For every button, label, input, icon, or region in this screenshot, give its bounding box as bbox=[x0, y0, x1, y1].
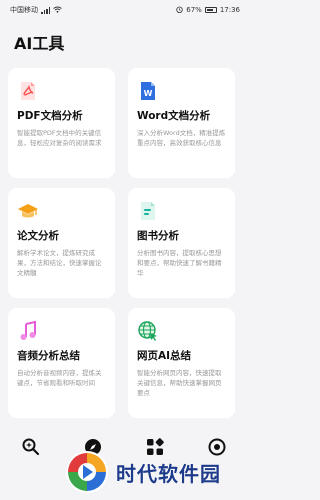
alarm-icon bbox=[176, 6, 183, 15]
graduation-cap-icon bbox=[17, 200, 39, 222]
tool-card-web[interactable]: 网页AI总结 智能分析网页内容，快速提取关键信息，帮助快速掌握网页要点 bbox=[128, 308, 235, 418]
signal-icon bbox=[41, 6, 50, 14]
tool-card-word[interactable]: W Word文档分析 深入分析Word文档，精准提炼重点内容，高效获取核心信息 bbox=[128, 68, 235, 178]
book-icon bbox=[137, 200, 159, 222]
tool-card-audio[interactable]: 音频分析总结 自动分析音视频内容，提炼关键点，节省观看和听取时间 bbox=[8, 308, 115, 418]
ai-search-icon bbox=[21, 437, 41, 461]
music-note-icon bbox=[17, 320, 39, 342]
carrier-label: 中国移动 bbox=[10, 6, 38, 14]
tool-card-book[interactable]: 图书分析 分析图书内容，提取核心思想和要点，帮助快速了解书籍精华 bbox=[128, 188, 235, 298]
card-description: 解析学术论文，提炼研究成果，方法和结论，快速掌握论文精髓 bbox=[17, 249, 102, 277]
svg-text:W: W bbox=[144, 89, 153, 98]
card-description: 分析图书内容，提取核心思想和要点，帮助快速了解书籍精华 bbox=[137, 249, 222, 277]
tool-card-thesis[interactable]: 论文分析 解析学术论文，提炼研究成果，方法和结论，快速掌握论文精髓 bbox=[8, 188, 115, 298]
card-description: 智能分析网页内容，快速提取关键信息，帮助快速掌握网页要点 bbox=[137, 369, 222, 397]
globe-icon bbox=[137, 320, 159, 342]
watermark-text: 时代软件园 bbox=[116, 461, 221, 486]
status-time: 17:36 bbox=[219, 6, 240, 14]
battery-icon bbox=[204, 7, 217, 13]
card-title: 网页AI总结 bbox=[137, 350, 192, 362]
card-title: 论文分析 bbox=[17, 230, 59, 242]
card-title: Word文档分析 bbox=[137, 110, 211, 122]
wifi-icon bbox=[53, 6, 62, 15]
card-description: 智能提取PDF文档中的关键信息，轻松应对复杂的阅读需求 bbox=[17, 129, 102, 147]
card-description: 深入分析Word文档，精准提炼重点内容，高效获取核心信息 bbox=[137, 129, 226, 147]
pdf-icon bbox=[17, 80, 39, 102]
battery-percent: 67% bbox=[186, 6, 202, 14]
card-title: PDF文档分析 bbox=[17, 110, 83, 122]
card-title: 图书分析 bbox=[137, 230, 179, 242]
word-icon: W bbox=[137, 80, 159, 102]
card-title: 音频分析总结 bbox=[17, 350, 80, 362]
tab-ai-search[interactable] bbox=[20, 438, 42, 460]
watermark-logo-icon bbox=[64, 449, 110, 495]
tool-card-pdf[interactable]: PDF文档分析 智能提取PDF文档中的关键信息，轻松应对复杂的阅读需求 bbox=[8, 68, 115, 178]
status-bar: 中国移动 67% 17:36 bbox=[0, 0, 250, 20]
card-description: 自动分析音视频内容，提炼关键点，节省观看和听取时间 bbox=[17, 369, 102, 387]
watermark: 时代软件园 bbox=[64, 448, 244, 496]
page-title: AI工具 bbox=[14, 34, 65, 53]
